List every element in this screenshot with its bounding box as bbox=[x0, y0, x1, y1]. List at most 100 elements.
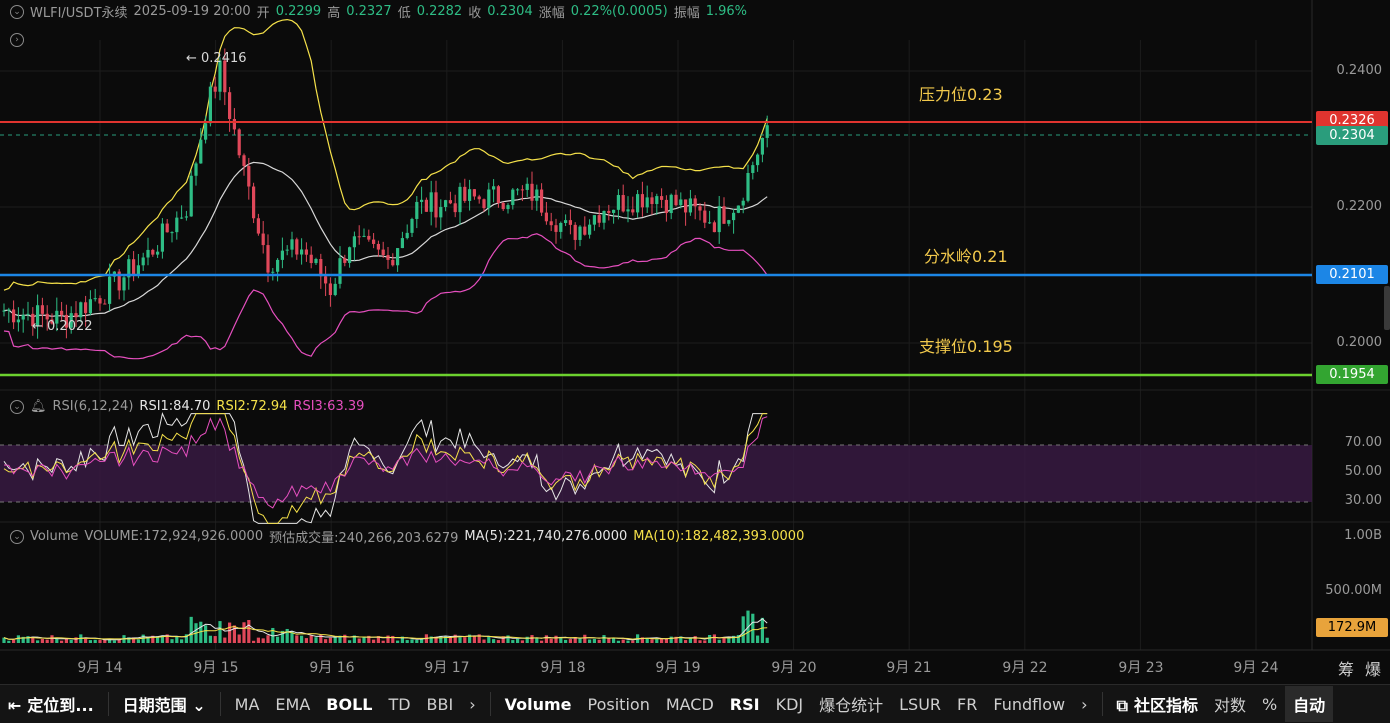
candle-body bbox=[228, 92, 232, 119]
candle-body bbox=[453, 203, 457, 213]
resize-handle[interactable] bbox=[1384, 286, 1390, 330]
candle-body bbox=[468, 189, 472, 201]
indicator-bbi[interactable]: BBI bbox=[419, 695, 462, 714]
indicator-macd[interactable]: MACD bbox=[658, 695, 722, 714]
volume-bar bbox=[381, 640, 385, 643]
log-scale-toggle[interactable]: 对数 bbox=[1206, 692, 1254, 716]
x-axis-label: 9月 22 bbox=[1002, 660, 1048, 676]
locate-icon: ⇤ bbox=[8, 696, 22, 715]
volume-bar bbox=[189, 616, 193, 643]
candle-body bbox=[300, 249, 304, 255]
chevron-down-icon: ⌄ bbox=[192, 696, 206, 715]
candle-body bbox=[592, 215, 596, 225]
candle-body bbox=[79, 302, 83, 318]
volume-bar bbox=[252, 640, 256, 643]
volume-bar bbox=[84, 638, 88, 643]
collapse-icon[interactable]: ⌄ bbox=[10, 529, 24, 544]
volume-bar bbox=[69, 639, 73, 643]
volume-bar bbox=[765, 637, 769, 643]
candle-body bbox=[674, 194, 678, 206]
amplitude-label: 振幅 bbox=[673, 6, 700, 21]
volume-bar bbox=[621, 639, 625, 643]
collapse-icon[interactable]: ⌄ bbox=[10, 399, 24, 414]
indicator-td[interactable]: TD bbox=[380, 695, 418, 714]
candle-body bbox=[170, 232, 174, 234]
candle-body bbox=[756, 154, 760, 166]
candle-body bbox=[583, 226, 587, 235]
indicator-fundflow[interactable]: Fundflow bbox=[985, 695, 1073, 714]
volume-bar bbox=[304, 638, 308, 643]
candle-body bbox=[242, 155, 246, 166]
indicator-lsur[interactable]: LSUR bbox=[891, 695, 949, 714]
indicator-position[interactable]: Position bbox=[580, 695, 658, 714]
high-label: 高 bbox=[327, 6, 341, 21]
candle-body bbox=[727, 220, 731, 224]
candle-body bbox=[669, 194, 673, 214]
locate-button[interactable]: ⇤ 定位到... bbox=[0, 692, 102, 716]
indicator-ma[interactable]: MA bbox=[227, 695, 268, 714]
volume-bar bbox=[88, 640, 92, 643]
volume-bar bbox=[223, 637, 227, 643]
candle-body bbox=[122, 277, 126, 291]
volume-bar bbox=[540, 640, 544, 643]
candle-body bbox=[410, 218, 414, 233]
volume-bar bbox=[698, 640, 702, 643]
volume-bar bbox=[760, 617, 764, 643]
candle-body bbox=[352, 236, 356, 248]
indicator-rsi[interactable]: RSI bbox=[722, 695, 768, 714]
last-price-tag: 0.2304 bbox=[1316, 126, 1388, 145]
volume-ma5-line bbox=[3, 618, 768, 641]
collapse-icon[interactable]: ⌄ bbox=[10, 4, 24, 19]
volume-bar bbox=[170, 639, 174, 643]
candle-body bbox=[319, 258, 323, 277]
volume-ma10: MA(10):182,482,393.0000 bbox=[633, 529, 805, 544]
chart-canvas[interactable] bbox=[0, 0, 1390, 684]
candle-body bbox=[108, 276, 112, 304]
candle-body bbox=[544, 212, 548, 222]
indicator-kdj[interactable]: KDJ bbox=[768, 695, 812, 714]
community-indicators-button[interactable]: ⧉ 社区指标 bbox=[1109, 692, 1206, 716]
volume-bar bbox=[568, 639, 572, 643]
auto-scale-toggle[interactable]: 自动 bbox=[1285, 686, 1334, 722]
candle-body bbox=[386, 255, 390, 260]
date-range-dropdown[interactable]: 日期范围 ⌄ bbox=[115, 692, 214, 716]
candle-body bbox=[60, 310, 64, 315]
candle-body bbox=[640, 194, 644, 208]
volume-bar bbox=[16, 635, 20, 643]
chevron-right-icon[interactable]: › bbox=[461, 695, 483, 714]
candle-body bbox=[184, 216, 188, 218]
volume-bar bbox=[266, 635, 270, 643]
volume-bar bbox=[520, 640, 524, 643]
candle-body bbox=[271, 271, 275, 273]
indicator-volume[interactable]: Volume bbox=[497, 695, 580, 714]
indicator-boll[interactable]: BOLL bbox=[318, 695, 380, 714]
indicator-ema[interactable]: EMA bbox=[267, 695, 318, 714]
chip-button[interactable]: 筹 bbox=[1338, 656, 1354, 680]
candle-body bbox=[717, 206, 721, 233]
volume-bar bbox=[684, 640, 688, 643]
chevron-right-icon[interactable]: › bbox=[1073, 695, 1095, 714]
volume-bar bbox=[357, 638, 361, 643]
volume-bar bbox=[343, 634, 347, 643]
volume-bar bbox=[309, 635, 313, 643]
volume-bar bbox=[583, 634, 587, 643]
volume-bar bbox=[741, 616, 745, 643]
candle-body bbox=[247, 165, 251, 187]
candle-body bbox=[472, 189, 476, 197]
indicator-fr[interactable]: FR bbox=[949, 695, 985, 714]
candle-body bbox=[2, 310, 6, 312]
percent-scale-toggle[interactable]: % bbox=[1254, 695, 1285, 714]
open-label: 开 bbox=[256, 6, 270, 21]
volume-bar bbox=[112, 640, 116, 643]
candle-body bbox=[439, 207, 443, 218]
edit-icon: ⧉ bbox=[1116, 696, 1128, 715]
expand-right-icon[interactable]: › bbox=[10, 33, 24, 47]
candle-body bbox=[588, 224, 592, 235]
candle-body bbox=[237, 129, 241, 156]
indicator-liquidation[interactable]: 爆仓统计 bbox=[811, 692, 891, 716]
candle-body bbox=[765, 125, 769, 138]
candle-body bbox=[554, 225, 558, 232]
bell-icon[interactable]: 🔔︎ bbox=[30, 399, 47, 414]
liquidation-button[interactable]: 爆 bbox=[1365, 656, 1381, 680]
candle-body bbox=[664, 199, 668, 214]
